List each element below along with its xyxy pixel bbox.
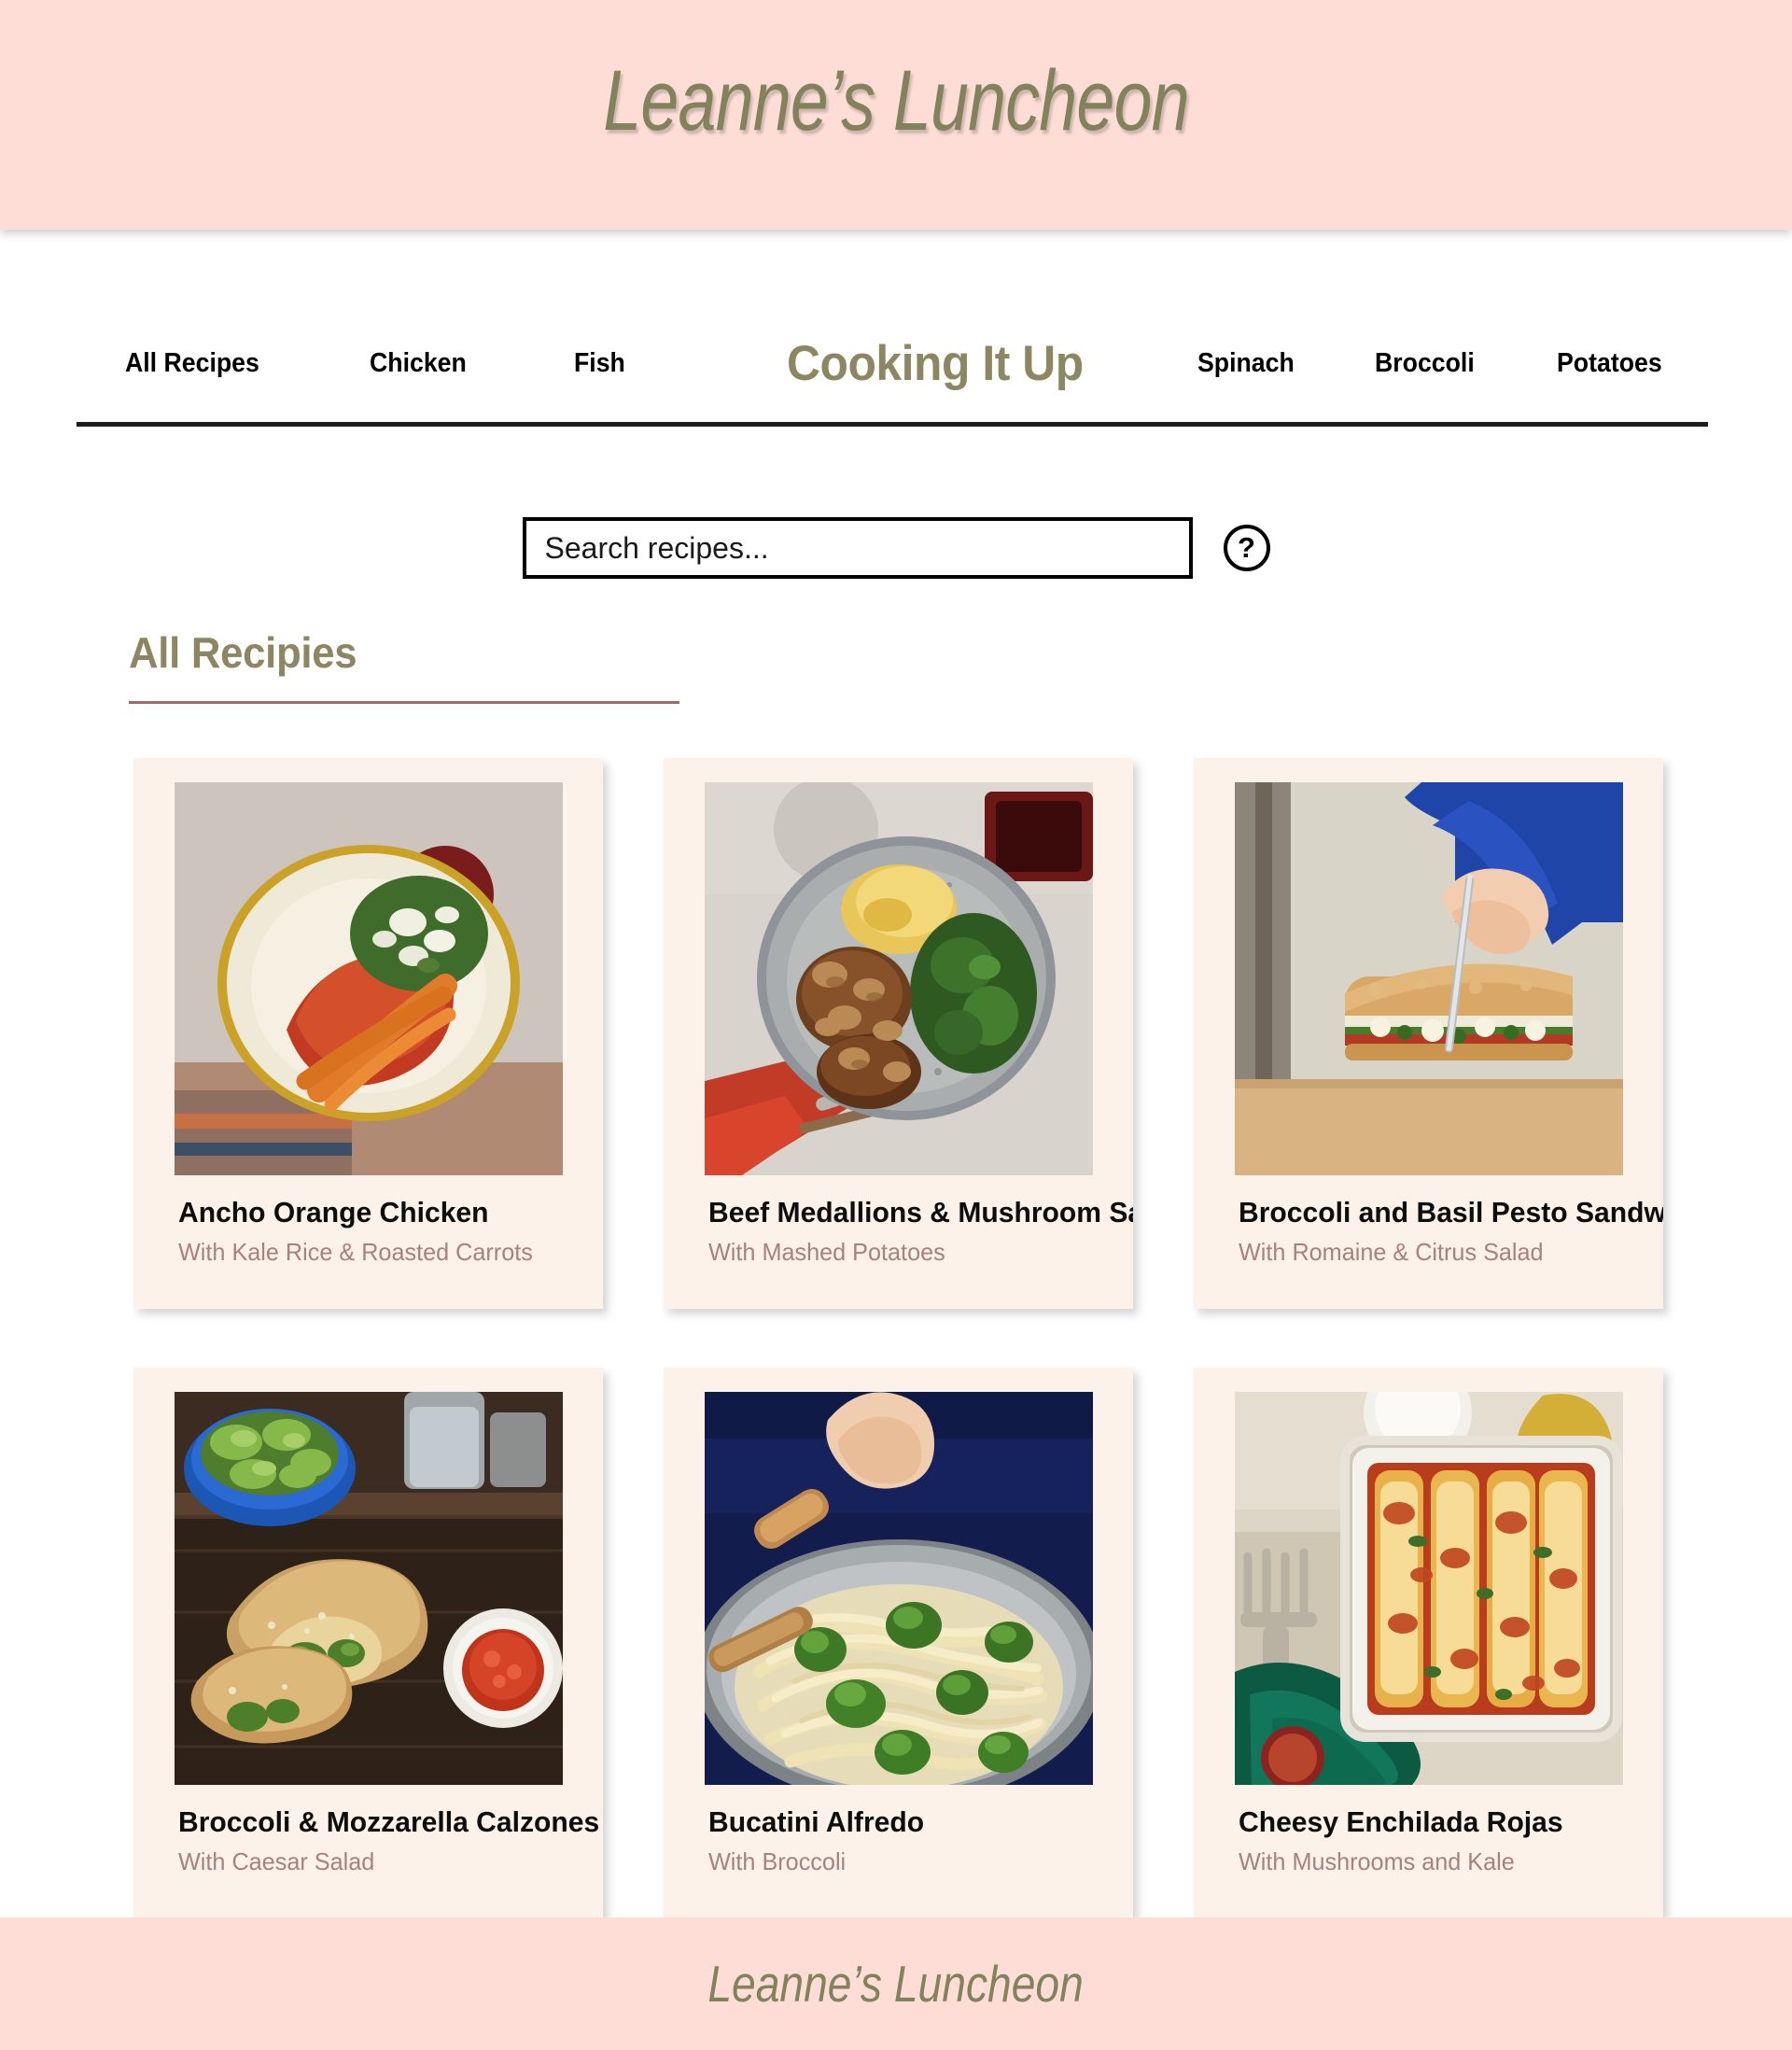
recipe-title: Broccoli and Basil Pesto Sandwiches [1239,1196,1663,1229]
recipe-card-text: Broccoli and Basil Pesto Sandwiches With… [1239,1196,1663,1267]
nav-row: All Recipes Chicken Fish Cooking It Up S… [77,308,1708,418]
section-header: All Recipies [129,627,679,704]
search-input[interactable] [522,517,1193,579]
recipe-card[interactable]: Broccoli and Basil Pesto Sandwiches With… [1194,758,1663,1309]
nav-item-broccoli[interactable]: Broccoli [1375,348,1475,379]
section-underline [129,701,679,704]
nav-divider [77,422,1708,427]
recipe-card-text: Cheesy Enchilada Rojas With Mushrooms an… [1239,1805,1649,1876]
recipe-card-text: Bucatini Alfredo With Broccoli [708,1805,1119,1876]
recipe-title: Bucatini Alfredo [708,1805,925,1838]
recipe-subtitle: With Romaine & Citrus Salad [1239,1238,1544,1267]
site-header: Leanne’s Luncheon [0,0,1792,230]
nav-item-spinach[interactable]: Spinach [1197,348,1295,379]
recipe-title: Broccoli & Mozzarella Calzones [178,1805,600,1838]
recipe-subtitle: With Mushrooms and Kale [1239,1847,1515,1876]
recipe-card[interactable]: Broccoli & Mozzarella Calzones With Caes… [133,1368,603,1918]
recipe-image-pesto-sandwiches [1235,782,1623,1175]
nav-item-chicken[interactable]: Chicken [370,348,467,379]
recipe-subtitle: With Mashed Potatoes [708,1238,945,1267]
section-title: All Recipies [129,628,357,677]
recipe-card-text: Beef Medallions & Mushroom Sauce With Ma… [708,1196,1133,1267]
site-footer: Leanne’s Luncheon [0,1917,1792,2050]
recipe-card-text: Broccoli & Mozzarella Calzones With Caes… [178,1805,600,1876]
recipe-subtitle: With Broccoli [708,1847,847,1876]
recipe-image-beef-medallions [705,782,1093,1175]
question-mark-circle-icon: ? [1238,530,1255,564]
recipe-image-enchilada-rojas [1235,1392,1623,1785]
recipe-card[interactable]: Bucatini Alfredo With Broccoli [664,1368,1133,1918]
recipe-grid: Ancho Orange Chicken With Kale Rice & Ro… [133,758,1669,1918]
page-title: Leanne’s Luncheon [603,53,1189,148]
recipe-subtitle: With Caesar Salad [178,1847,375,1876]
footer-title: Leanne’s Luncheon [707,1955,1085,2013]
recipe-card[interactable]: Ancho Orange Chicken With Kale Rice & Ro… [133,758,603,1309]
nav-item-all-recipes[interactable]: All Recipes [125,348,259,379]
recipe-title: Cheesy Enchilada Rojas [1239,1805,1563,1838]
recipe-subtitle: With Kale Rice & Roasted Carrots [178,1238,533,1267]
nav-item-fish[interactable]: Fish [574,348,625,379]
recipe-image-calzones [175,1392,563,1785]
brand-logo[interactable]: Cooking It Up [787,335,1084,392]
recipe-card[interactable]: Cheesy Enchilada Rojas With Mushrooms an… [1194,1368,1663,1918]
recipe-title: Ancho Orange Chicken [178,1196,489,1229]
search-bar: ? [0,517,1792,579]
recipe-card[interactable]: Beef Medallions & Mushroom Sauce With Ma… [664,758,1133,1309]
recipe-image-ancho-orange-chicken [175,782,563,1175]
recipe-title: Beef Medallions & Mushroom Sauce [708,1196,1133,1229]
nav-group-right: Spinach Broccoli Potatoes [1125,348,1671,379]
recipe-image-bucatini-alfredo [705,1392,1093,1785]
recipe-card-text: Ancho Orange Chicken With Kale Rice & Ro… [178,1196,589,1267]
main-navigation: All Recipes Chicken Fish Cooking It Up S… [77,308,1708,429]
nav-item-potatoes[interactable]: Potatoes [1557,348,1662,379]
nav-group-left: All Recipes Chicken Fish [125,348,729,379]
help-button[interactable]: ? [1223,525,1270,571]
